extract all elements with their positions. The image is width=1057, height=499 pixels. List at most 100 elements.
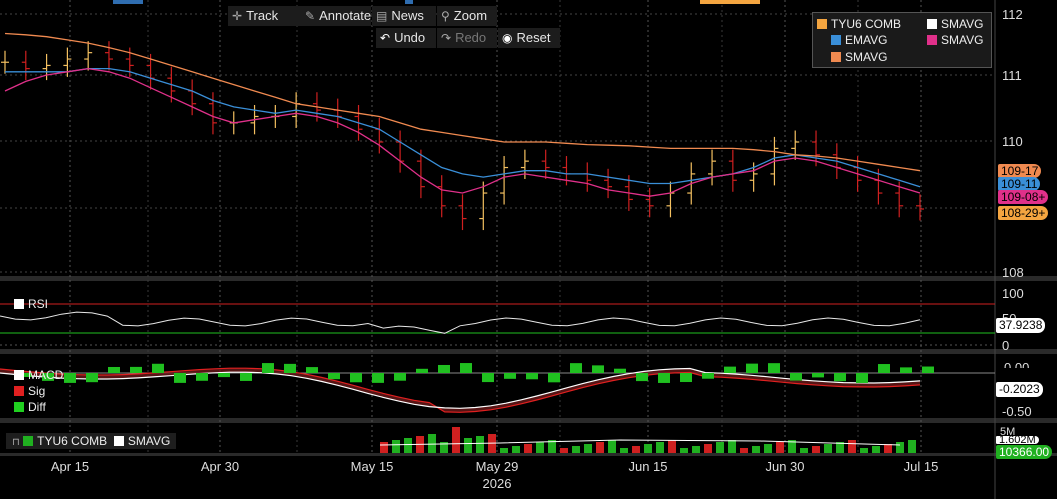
macd-legend[interactable]: MACD Sig Diff bbox=[14, 367, 63, 415]
magnifier-icon: ⚲ bbox=[441, 9, 450, 23]
volume-bar bbox=[644, 444, 652, 453]
x-tick-label: May 29 bbox=[475, 459, 519, 474]
macd-value-tag: -0.2023 bbox=[996, 382, 1043, 397]
volume-bar bbox=[596, 442, 604, 453]
annotate-button[interactable]: ✎ Annotate bbox=[301, 6, 371, 26]
panel-separator bbox=[0, 276, 1057, 281]
y-tick-label: 111 bbox=[1002, 68, 1022, 83]
legend-swatch-icon bbox=[817, 19, 827, 29]
volume-bar bbox=[896, 442, 904, 453]
macd-diff-bar bbox=[174, 373, 186, 383]
price-tag: 109-11 bbox=[998, 177, 1041, 191]
undo-icon: ↶ bbox=[380, 31, 391, 45]
volume-bar bbox=[740, 448, 748, 453]
panel-separator bbox=[0, 349, 1057, 354]
macd-diff-bar bbox=[86, 373, 98, 383]
volume-bar bbox=[656, 442, 664, 453]
volume-bar bbox=[752, 446, 760, 453]
rsi-line bbox=[0, 311, 921, 334]
volume-bar bbox=[800, 448, 808, 453]
volume-bar bbox=[620, 448, 628, 453]
volume-legend[interactable]: ⊓ TYU6 COMB SMAVG bbox=[6, 433, 177, 449]
x-tick-label: Jun 30 bbox=[765, 459, 805, 474]
price-legend[interactable]: TYU6 COMB SMAVG EMAVG SMAVG SMAVG bbox=[812, 12, 992, 68]
zoom-button[interactable]: ⚲ Zoom bbox=[437, 6, 497, 26]
top-tab-fragment bbox=[113, 0, 143, 4]
legend-swatch-icon bbox=[23, 436, 34, 446]
legend-item[interactable]: SMAVG bbox=[831, 50, 887, 64]
legend-swatch-icon bbox=[831, 35, 841, 45]
macd-diff-bar bbox=[680, 373, 692, 383]
macd-diff-bar bbox=[460, 363, 472, 373]
macd-diff-bar bbox=[328, 373, 340, 380]
volume-bar bbox=[464, 438, 472, 453]
volume-bar bbox=[860, 448, 868, 453]
macd-diff-bar bbox=[724, 366, 736, 373]
x-tick-label: May 15 bbox=[350, 459, 394, 474]
legend-swatch-icon bbox=[831, 52, 841, 62]
ma-line bbox=[4, 67, 921, 197]
redo-icon: ↷ bbox=[441, 31, 452, 45]
x-tick-label: Apr 30 bbox=[200, 459, 240, 474]
macd-diff-bar bbox=[482, 373, 494, 383]
y-tick-label: 110 bbox=[1002, 134, 1023, 149]
top-tab-fragment bbox=[405, 0, 413, 4]
volume-value-tag: 1.602M bbox=[996, 436, 1039, 444]
macd-diff-bar bbox=[526, 373, 538, 380]
macd-tick: 0.00 bbox=[1004, 360, 1030, 368]
volume-bar bbox=[428, 434, 436, 453]
volume-bar bbox=[908, 440, 916, 453]
macd-tick: -0.50 bbox=[1002, 404, 1032, 419]
volume-bar bbox=[812, 446, 820, 453]
macd-diff-bar bbox=[570, 363, 582, 373]
news-button[interactable]: ▤ News bbox=[372, 6, 436, 26]
undo-button[interactable]: ↶ Undo bbox=[376, 28, 436, 48]
legend-item: Diff bbox=[14, 399, 63, 415]
ma-line bbox=[4, 32, 921, 172]
volume-bar bbox=[608, 440, 616, 453]
macd-diff-bar bbox=[504, 373, 516, 379]
macd-diff-bar bbox=[790, 373, 802, 381]
volume-bar bbox=[704, 444, 712, 453]
volume-bar bbox=[560, 448, 568, 453]
volume-bar bbox=[572, 446, 580, 453]
volume-bar bbox=[500, 448, 508, 453]
macd-diff-bar bbox=[394, 373, 406, 381]
collapse-icon[interactable]: ⊓ bbox=[12, 437, 20, 448]
legend-swatch-icon bbox=[14, 299, 24, 309]
volume-bar bbox=[692, 446, 700, 453]
panel-separator bbox=[0, 453, 1057, 456]
redo-button[interactable]: ↷ Redo bbox=[437, 28, 497, 48]
volume-bar bbox=[524, 444, 532, 453]
legend-item[interactable]: TYU6 COMB bbox=[817, 17, 901, 31]
price-lines bbox=[1, 32, 924, 231]
macd-diff-bar bbox=[768, 363, 780, 373]
macd-diff-bar bbox=[658, 373, 670, 383]
macd-diff-bar bbox=[240, 373, 252, 381]
legend-swatch-icon bbox=[927, 19, 937, 29]
legend-item[interactable]: SMAVG bbox=[927, 17, 983, 31]
volume-bar bbox=[716, 442, 724, 453]
macd-diff-bar bbox=[746, 363, 758, 373]
volume-bar bbox=[848, 440, 856, 453]
legend-item[interactable]: SMAVG bbox=[927, 33, 983, 47]
volume-bar bbox=[680, 448, 688, 453]
macd-diff-bar bbox=[878, 364, 890, 373]
macd-diff-bar bbox=[372, 373, 384, 383]
macd-fill bbox=[0, 368, 920, 413]
legend-item[interactable]: EMAVG bbox=[831, 33, 887, 47]
volume-bar bbox=[764, 444, 772, 453]
macd-diff-bar bbox=[592, 365, 604, 373]
track-button[interactable]: ✛ Track bbox=[228, 6, 312, 26]
y-tick-label: 112 bbox=[1002, 7, 1023, 22]
volume-bar bbox=[536, 442, 544, 453]
rsi-legend[interactable]: RSI bbox=[14, 297, 48, 311]
reset-button[interactable]: ◉ Reset bbox=[498, 28, 560, 48]
price-tag: 108-29+ bbox=[998, 206, 1049, 220]
price-chart[interactable] bbox=[0, 0, 1057, 499]
rsi-tick: 0 bbox=[1002, 338, 1010, 353]
legend-swatch-icon bbox=[14, 402, 24, 412]
panel-separator bbox=[0, 418, 1057, 423]
price-tag: 109-08+ bbox=[998, 190, 1049, 204]
macd-diff-bar bbox=[262, 363, 274, 373]
